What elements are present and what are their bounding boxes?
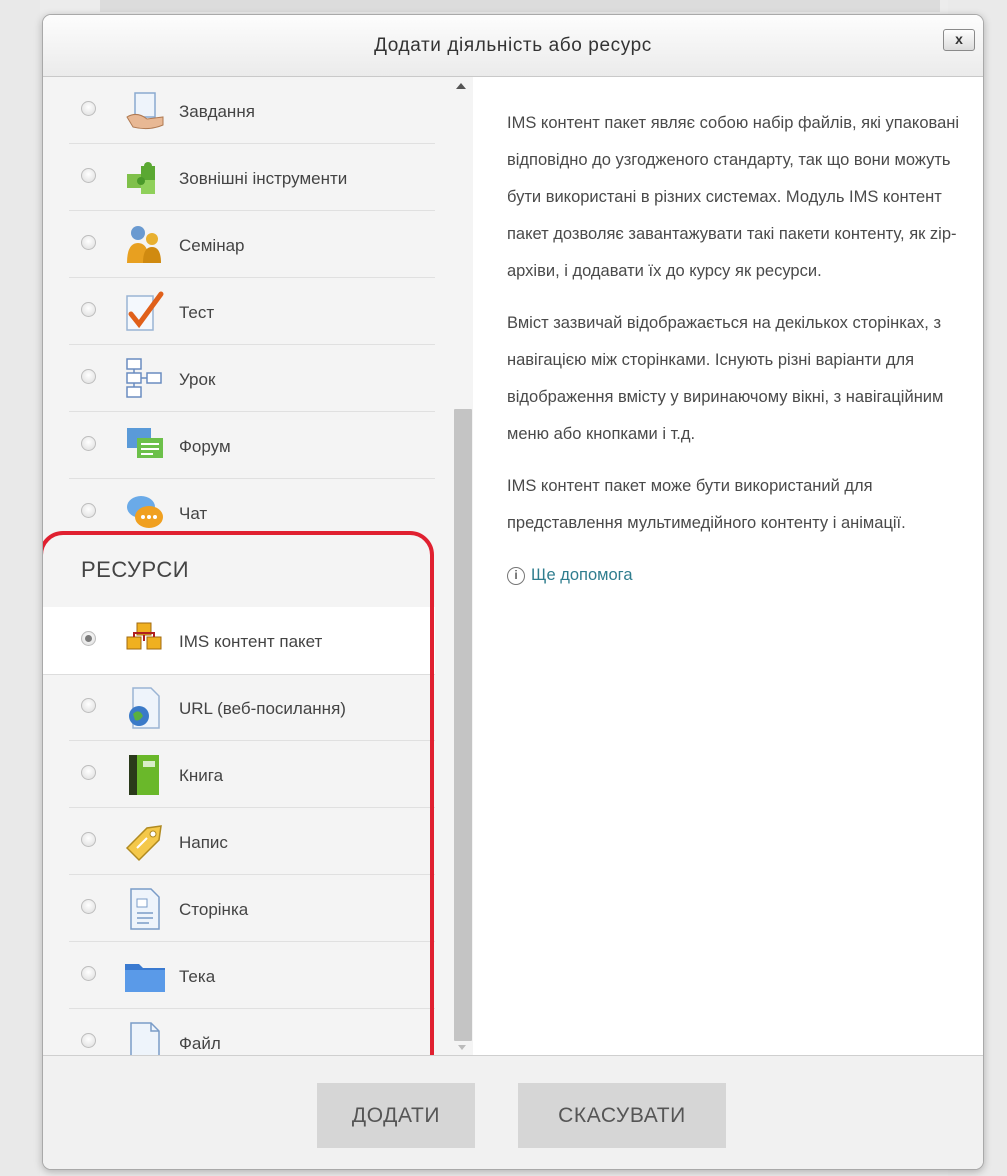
option-file[interactable]: Файл — [43, 1009, 435, 1057]
scroll-thumb[interactable] — [454, 409, 472, 1041]
more-help-label[interactable]: Ще допомога — [531, 557, 633, 594]
lesson-icon — [126, 358, 162, 398]
option-lesson[interactable]: Урок — [43, 345, 435, 412]
label-icon — [125, 825, 162, 862]
module-chooser-list: Завдання Зовнішні інструменти Семінар Те… — [43, 77, 473, 1057]
option-chat[interactable]: Чат — [43, 479, 435, 546]
info-icon: i — [507, 566, 525, 585]
scroll-down-arrow-icon[interactable] — [458, 1045, 466, 1050]
option-label: Файл — [179, 1034, 221, 1053]
option-radio[interactable] — [81, 899, 96, 914]
option-quiz[interactable]: Тест — [43, 278, 435, 345]
page-icon — [130, 888, 160, 930]
option-label: Книга — [179, 766, 224, 785]
ims-package-icon — [126, 622, 162, 650]
file-icon — [130, 1022, 160, 1057]
option-radio[interactable] — [81, 369, 96, 384]
cancel-button[interactable]: СКАСУВАТИ — [518, 1083, 726, 1148]
add-activity-dialog: Додати діяльність або ресурс x Завдання — [42, 14, 984, 1170]
option-label: Тека — [179, 967, 216, 986]
option-label: Чат — [179, 504, 208, 523]
description-paragraph: Вміст зазвичай відображається на декільк… — [507, 314, 944, 443]
assignment-icon — [126, 92, 164, 130]
option-radio[interactable] — [81, 503, 96, 518]
url-icon — [129, 687, 160, 729]
option-radio[interactable] — [81, 235, 96, 250]
resources-section-title: РЕСУРСИ — [81, 557, 190, 582]
option-external-tool[interactable]: Зовнішні інструменти — [43, 144, 435, 211]
option-url[interactable]: URL (веб-посилання) — [43, 674, 435, 741]
option-label: Урок — [179, 370, 216, 389]
option-radio[interactable] — [81, 101, 96, 116]
add-button[interactable]: ДОДАТИ — [317, 1083, 475, 1148]
dialog-footer: ДОДАТИ СКАСУВАТИ — [43, 1055, 983, 1169]
background-left — [0, 0, 40, 1176]
option-label: Завдання — [179, 102, 255, 121]
option-radio[interactable] — [81, 302, 96, 317]
option-label: IMS контент пакет — [179, 632, 323, 651]
option-radio[interactable] — [81, 436, 96, 451]
option-label: Тест — [179, 303, 215, 322]
option-label: Напис — [179, 833, 228, 852]
option-radio[interactable] — [81, 765, 96, 780]
option-radio[interactable] — [81, 832, 96, 847]
book-icon — [129, 755, 159, 795]
folder-icon — [125, 964, 165, 992]
option-radio[interactable] — [81, 168, 96, 183]
puzzle-icon — [127, 162, 155, 194]
forum-icon — [127, 428, 163, 458]
option-label: Сторінка — [179, 900, 249, 919]
option-workshop[interactable]: Семінар — [43, 211, 435, 278]
option-label: URL (веб-посилання) — [179, 699, 346, 718]
option-page[interactable]: Сторінка — [43, 875, 435, 942]
scroll-up-arrow-icon[interactable] — [456, 83, 466, 89]
chat-icon — [127, 496, 163, 528]
workshop-icon — [127, 226, 161, 263]
option-radio[interactable] — [81, 966, 96, 981]
description-paragraph: IMS контент пакет являє собою набір файл… — [507, 114, 960, 280]
option-label: Форум — [179, 437, 231, 456]
option-label: Семінар — [179, 236, 245, 255]
option-label: Зовнішні інструменти — [179, 169, 348, 188]
background-top — [100, 0, 940, 12]
more-help-link[interactable]: i Ще допомога — [507, 557, 973, 594]
option-assignment[interactable]: Завдання — [43, 77, 435, 144]
dialog-header: Додати діяльність або ресурс x — [43, 15, 983, 77]
option-label-resource[interactable]: Напис — [43, 808, 435, 875]
option-radio-selected[interactable] — [81, 631, 96, 646]
option-book[interactable]: Книга — [43, 741, 435, 808]
option-ims-package[interactable]: IMS контент пакет — [43, 607, 435, 674]
quiz-icon — [126, 291, 164, 331]
dialog-title: Додати діяльність або ресурс — [374, 35, 652, 56]
description-paragraph: IMS контент пакет може бути використаний… — [507, 477, 906, 532]
option-radio[interactable] — [81, 1033, 96, 1048]
module-description: IMS контент пакет являє собою набір файл… — [483, 77, 983, 1057]
list-scrollbar[interactable] — [453, 77, 473, 1057]
option-radio[interactable] — [81, 698, 96, 713]
option-folder[interactable]: Тека — [43, 942, 435, 1009]
close-button[interactable]: x — [943, 29, 975, 51]
option-forum[interactable]: Форум — [43, 412, 435, 479]
